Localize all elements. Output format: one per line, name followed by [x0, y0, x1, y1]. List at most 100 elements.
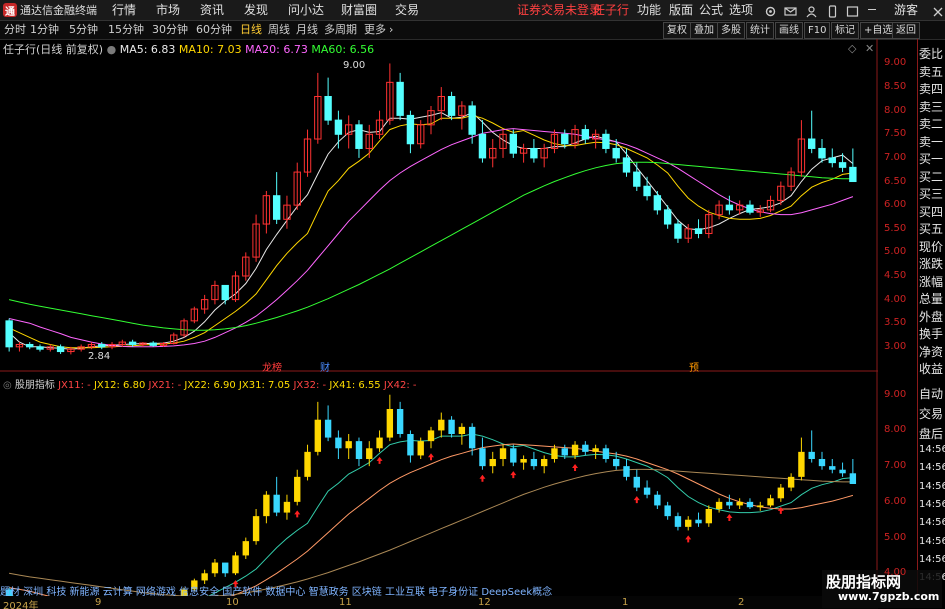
- menu-item-layout[interactable]: 版面: [669, 0, 693, 20]
- tool-overlay-button[interactable]: 叠加: [690, 22, 718, 39]
- menu-item-trade[interactable]: 交易: [395, 0, 419, 20]
- login-notice[interactable]: 证券交易未登录: [517, 0, 601, 20]
- trade-time-label[interactable]: 14:56: [919, 462, 945, 473]
- buy-arrow-icon: [633, 496, 640, 504]
- tool-multi-button[interactable]: 多股: [717, 22, 745, 39]
- indicator-bar: [798, 451, 805, 477]
- period-more[interactable]: 更多: [364, 21, 386, 39]
- chevron-right-icon[interactable]: ›: [389, 21, 393, 39]
- period-monthly[interactable]: 月线: [296, 21, 318, 39]
- tool-mark-button[interactable]: 标记: [831, 22, 859, 39]
- period-30min[interactable]: 30分钟: [152, 21, 188, 39]
- guest-label[interactable]: 游客: [894, 0, 918, 20]
- tool-draw-button[interactable]: 画线: [775, 22, 803, 39]
- tool-stats-button[interactable]: 统计: [746, 22, 774, 39]
- quote-row-label[interactable]: 收益: [919, 360, 945, 377]
- forecast-marker[interactable]: 预: [689, 359, 699, 374]
- minimize-icon[interactable]: [868, 9, 876, 10]
- quote-row-label[interactable]: 买三: [919, 185, 945, 202]
- quote-row-label[interactable]: 卖三: [919, 98, 945, 115]
- menu-item-function[interactable]: 功能: [637, 0, 661, 20]
- phone-icon[interactable]: [826, 3, 839, 18]
- indicator-bar: [263, 494, 270, 517]
- candle-body: [406, 114, 415, 145]
- period-multi[interactable]: 多周期: [324, 21, 357, 39]
- tool-watchlist-button[interactable]: +自选: [860, 22, 897, 39]
- menu-item-markets[interactable]: 市场: [156, 0, 180, 20]
- quote-row-label[interactable]: 委比: [919, 45, 945, 62]
- indicator-bar: [242, 541, 249, 556]
- menu-item-ask[interactable]: 问小达: [288, 0, 324, 20]
- close-icon[interactable]: [932, 3, 944, 17]
- trade-row-label[interactable]: 自动: [919, 385, 945, 402]
- quote-row-label[interactable]: 买五: [919, 220, 945, 237]
- indicator-bar: [695, 519, 702, 524]
- candle-body: [746, 204, 754, 213]
- menu-item-wealth[interactable]: 财富圈: [341, 0, 377, 20]
- quote-row-label[interactable]: 卖二: [919, 115, 945, 132]
- quote-row-label[interactable]: 换手: [919, 325, 945, 342]
- quote-row-label[interactable]: 涨跌: [919, 255, 945, 272]
- kline-chart[interactable]: [0, 39, 878, 596]
- period-daily[interactable]: 日线: [240, 21, 262, 39]
- quote-row-label[interactable]: 外盘: [919, 308, 945, 325]
- indicator-bar: [808, 451, 815, 459]
- concept-ticker[interactable]: 题材 深圳 科技 新能源 云计算 网络游戏 信息安全 国产软件 数据中心 智慧政…: [0, 583, 878, 596]
- quote-row-label[interactable]: 现价: [919, 238, 945, 255]
- trade-time-label[interactable]: 14:56: [919, 536, 945, 547]
- candle-body: [530, 147, 538, 159]
- quote-row-label[interactable]: 买四: [919, 203, 945, 220]
- period-15min[interactable]: 15分钟: [108, 21, 144, 39]
- diamond-icon[interactable]: ◇: [848, 42, 856, 55]
- window-icon[interactable]: [846, 3, 859, 17]
- jx11-label: JX11: -: [58, 380, 91, 391]
- tool-back-button[interactable]: 返回: [892, 22, 920, 39]
- close-panel-icon[interactable]: ✕: [865, 42, 874, 55]
- trade-time-label[interactable]: 14:56: [919, 481, 945, 492]
- tool-adjust-button[interactable]: 复权: [663, 22, 691, 39]
- tool-f10-button[interactable]: F10: [804, 22, 831, 39]
- dragon-list-marker[interactable]: 龙榜: [262, 359, 282, 374]
- app-logo: 通 通达信金融终端: [0, 0, 97, 20]
- trade-time-label[interactable]: 14:56: [919, 444, 945, 455]
- trade-time-label[interactable]: 14:56: [919, 499, 945, 510]
- menu-item-formula[interactable]: 公式: [699, 0, 723, 20]
- mail-icon[interactable]: [784, 3, 797, 16]
- app-window: 通 通达信金融终端 行情 市场 资讯 发现 问小达 财富圈 交易 证券交易未登录…: [0, 0, 945, 609]
- date-label-year: 2024年: [3, 601, 39, 609]
- menu-item-options[interactable]: 选项: [729, 0, 753, 20]
- period-60min[interactable]: 60分钟: [196, 21, 232, 39]
- trade-time-label[interactable]: 14:56: [919, 517, 945, 528]
- jx31-label: JX31: 7.05: [238, 380, 291, 391]
- quote-row-label[interactable]: 涨幅: [919, 273, 945, 290]
- settings-icon[interactable]: [764, 3, 777, 17]
- menu-item-discover[interactable]: 发现: [244, 0, 268, 20]
- trade-time-label[interactable]: 14:56: [919, 554, 945, 565]
- quote-row-label[interactable]: 卖五: [919, 63, 945, 80]
- quote-row-label[interactable]: 买二: [919, 168, 945, 185]
- indicator-bar: [582, 444, 589, 452]
- jx12-label: JX12: 6.80: [93, 380, 146, 391]
- finance-marker[interactable]: 财: [320, 359, 330, 374]
- menu-item-market[interactable]: 行情: [112, 0, 136, 20]
- period-tick[interactable]: 分时: [4, 21, 26, 39]
- main-y-tick: 4.50: [884, 269, 907, 281]
- indicator-bar: [335, 437, 342, 449]
- quote-row-label[interactable]: 总量: [919, 290, 945, 307]
- indicator-bar: [551, 448, 558, 459]
- trade-row-label[interactable]: 交易: [919, 405, 945, 422]
- candle-body: [663, 209, 672, 225]
- user-icon[interactable]: [805, 3, 818, 18]
- menu-item-news[interactable]: 资讯: [200, 0, 224, 20]
- trade-row-label[interactable]: 盘后: [919, 425, 945, 442]
- period-1min[interactable]: 1分钟: [30, 21, 59, 39]
- quote-row-label[interactable]: 卖一: [919, 133, 945, 150]
- period-5min[interactable]: 5分钟: [69, 21, 98, 39]
- quote-row-label[interactable]: 买一: [919, 150, 945, 167]
- quote-row-label[interactable]: 净资: [919, 343, 945, 360]
- sub-chart-title: 股朋指标: [14, 380, 55, 391]
- quote-row-label[interactable]: 卖四: [919, 80, 945, 97]
- period-weekly[interactable]: 周线: [268, 21, 290, 39]
- candle-body: [622, 157, 631, 173]
- indicator-bar: [252, 516, 260, 542]
